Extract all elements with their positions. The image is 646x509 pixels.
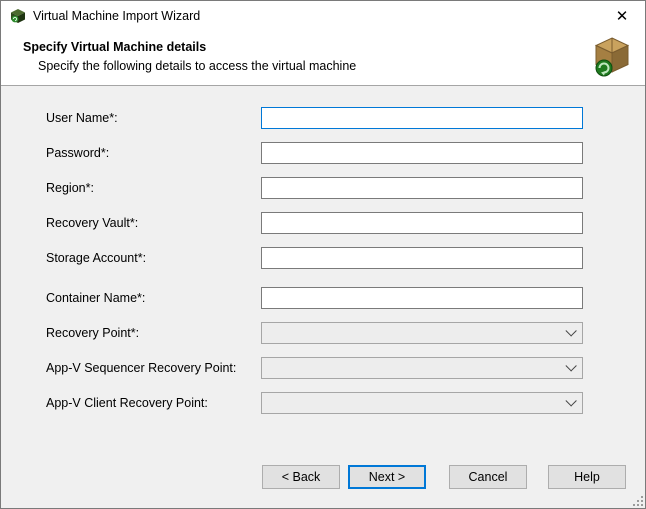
package-import-icon	[592, 36, 632, 81]
chevron-down-icon	[565, 325, 576, 336]
wizard-dialog: Virtual Machine Import Wizard ✕ Specify …	[0, 0, 646, 509]
help-button[interactable]: Help	[548, 465, 626, 489]
container-name-label: Container Name*:	[46, 291, 261, 305]
recovery-vault-input[interactable]	[261, 212, 583, 234]
cancel-button[interactable]: Cancel	[449, 465, 527, 489]
form-row: Storage Account*:	[46, 247, 645, 269]
wizard-header: Specify Virtual Machine details Specify …	[1, 31, 645, 86]
form-row: Region*:	[46, 177, 645, 199]
recovery-vault-label: Recovery Vault*:	[46, 216, 261, 230]
appv-sequencer-recovery-point-label: App-V Sequencer Recovery Point:	[46, 361, 261, 375]
app-cube-icon	[10, 8, 26, 24]
form-row: Recovery Vault*:	[46, 212, 645, 234]
container-name-input[interactable]	[261, 287, 583, 309]
back-button[interactable]: < Back	[262, 465, 340, 489]
page-title: Specify Virtual Machine details	[23, 40, 645, 54]
form-row: Recovery Point*:	[46, 322, 645, 344]
form-row: Container Name*:	[46, 287, 645, 309]
chevron-down-icon	[565, 360, 576, 371]
appv-sequencer-recovery-point-select[interactable]	[261, 357, 583, 379]
recovery-point-select[interactable]	[261, 322, 583, 344]
form-row: Password*:	[46, 142, 645, 164]
storage-account-label: Storage Account*:	[46, 251, 261, 265]
title-bar: Virtual Machine Import Wizard ✕	[1, 1, 645, 31]
appv-client-recovery-point-label: App-V Client Recovery Point:	[46, 396, 261, 410]
button-bar: < Back Next > Cancel Help	[1, 430, 645, 508]
form-row: User Name*:	[46, 107, 645, 129]
resize-grip[interactable]	[629, 492, 643, 506]
user-name-input[interactable]	[261, 107, 583, 129]
next-button[interactable]: Next >	[348, 465, 426, 489]
storage-account-input[interactable]	[261, 247, 583, 269]
chevron-down-icon	[565, 395, 576, 406]
page-subtitle: Specify the following details to access …	[38, 59, 645, 73]
window-title: Virtual Machine Import Wizard	[33, 9, 200, 23]
region-label: Region*:	[46, 181, 261, 195]
region-input[interactable]	[261, 177, 583, 199]
close-button[interactable]: ✕	[599, 1, 645, 31]
password-label: Password*:	[46, 146, 261, 160]
recovery-point-label: Recovery Point*:	[46, 326, 261, 340]
user-name-label: User Name*:	[46, 111, 261, 125]
appv-client-recovery-point-select[interactable]	[261, 392, 583, 414]
form-row: App-V Sequencer Recovery Point:	[46, 357, 645, 379]
form-row: App-V Client Recovery Point:	[46, 392, 645, 414]
password-input[interactable]	[261, 142, 583, 164]
form-area: User Name*: Password*: Region*: Recovery…	[1, 86, 645, 430]
